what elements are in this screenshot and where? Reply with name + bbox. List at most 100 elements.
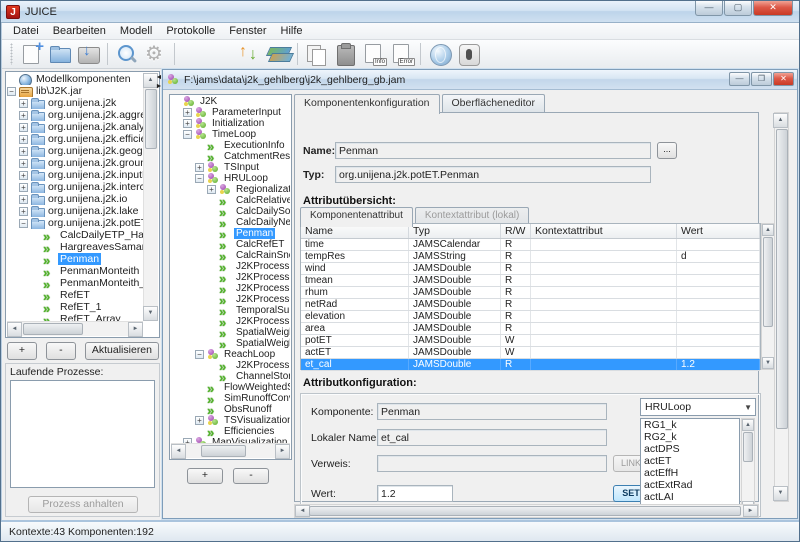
stop-process-button[interactable]: Prozess anhalten — [28, 496, 138, 513]
expand-icon[interactable]: + — [19, 111, 28, 120]
scroll-down-icon[interactable]: ▼ — [143, 306, 158, 321]
scroll-thumb[interactable] — [776, 129, 788, 429]
new-model-icon[interactable] — [19, 42, 45, 66]
tree-node-j2kprocessroutin[interactable]: J2KProcessRoutin — [171, 316, 290, 327]
scroll-left-icon[interactable]: ◄ — [295, 505, 310, 517]
tree-node-initialization[interactable]: +Initialization — [171, 118, 290, 129]
reference-field[interactable] — [377, 455, 607, 472]
add-model-component-button[interactable]: + — [187, 468, 223, 484]
menu-modell[interactable]: Modell — [113, 24, 159, 38]
maximize-icon[interactable]: ▢ — [724, 1, 752, 16]
scroll-left-icon[interactable]: ◄ — [171, 444, 186, 459]
attribute-row-et_cal[interactable]: et_calJAMSDoubleR1.2 — [301, 359, 760, 371]
attribute-row-rhum[interactable]: rhumJAMSDoubleR — [301, 287, 760, 299]
tree-node-flowweightedsumag[interactable]: FlowWeightedSumAg — [171, 382, 290, 393]
collapse-icon[interactable]: − — [195, 350, 204, 359]
left-tree-horizontal-scrollbar[interactable]: ◄ ► — [7, 321, 143, 336]
expand-icon[interactable]: + — [19, 123, 28, 132]
scroll-thumb[interactable] — [763, 237, 773, 327]
window-titlebar[interactable]: J JUICE — ▢ ✕ — [1, 1, 799, 23]
expand-icon[interactable]: + — [183, 108, 192, 117]
expand-icon[interactable]: + — [19, 171, 28, 180]
attribute-row-elevation[interactable]: elevationJAMSDoubleR — [301, 311, 760, 323]
scroll-left-icon[interactable]: ◄ — [7, 322, 22, 337]
scroll-up-icon[interactable]: ▲ — [742, 419, 754, 431]
scroll-down-icon[interactable]: ▼ — [773, 486, 788, 501]
column-header-r-w[interactable]: R/W — [501, 224, 531, 238]
expand-icon[interactable]: + — [19, 195, 28, 204]
tree-node-org-unijena-j2k-groundw[interactable]: +org.unijena.j2k.groundw — [7, 157, 143, 169]
context-attribute-acteffh[interactable]: actEffH — [641, 467, 739, 479]
save-model-icon[interactable] — [75, 42, 101, 66]
tree-node-executioninfo[interactable]: ExecutionInfo — [171, 140, 290, 151]
tree-node-j2kprocesslumpe[interactable]: J2KProcessLumpe — [171, 283, 290, 294]
collapse-icon[interactable]: − — [7, 87, 16, 96]
expand-icon[interactable]: + — [19, 99, 28, 108]
expand-icon[interactable]: + — [19, 147, 28, 156]
scroll-up-icon[interactable]: ▲ — [773, 113, 788, 128]
attribute-row-tempRes[interactable]: tempResJAMSStringRd — [301, 251, 760, 263]
attribute-row-area[interactable]: areaJAMSDoubleR — [301, 323, 760, 335]
tree-node-refet-1[interactable]: RefET_1 — [7, 301, 143, 313]
scroll-up-icon[interactable]: ▲ — [762, 224, 774, 236]
attribute-row-potET[interactable]: potETJAMSDoubleW — [301, 335, 760, 347]
close-icon[interactable]: ✕ — [753, 1, 793, 16]
tree-node-channelstoragea[interactable]: ChannelStorageA — [171, 371, 290, 382]
refresh-icon[interactable] — [237, 42, 263, 66]
tree-node-j2k[interactable]: J2K — [171, 96, 290, 107]
web-icon[interactable] — [427, 42, 453, 66]
scroll-thumb[interactable] — [309, 506, 741, 516]
settings-icon[interactable] — [142, 42, 168, 66]
tree-node-penmanmonteith-1[interactable]: PenmanMonteith_1 — [7, 277, 143, 289]
expand-icon[interactable]: + — [19, 159, 28, 168]
tree-node-org-unijena-j2k-geograp[interactable]: +org.unijena.j2k.geograp — [7, 145, 143, 157]
power-icon[interactable] — [455, 42, 481, 66]
running-processes-list[interactable] — [10, 380, 155, 488]
context-attribute-actdps[interactable]: actDPS — [641, 443, 739, 455]
model-window-titlebar[interactable]: F:\jams\data\j2k_gehlberg\j2k_gehlberg_g… — [163, 70, 797, 90]
scroll-thumb[interactable] — [743, 432, 753, 462]
expand-icon[interactable]: + — [19, 207, 28, 216]
tab-komponentenkonfiguration[interactable]: Komponentenkonfiguration — [294, 94, 440, 114]
scroll-thumb[interactable] — [201, 445, 246, 457]
tree-node-parameterinput[interactable]: +ParameterInput — [171, 107, 290, 118]
tree-node-calcrainsnowpar[interactable]: CalcRainSnowPar — [171, 250, 290, 261]
tree-node-spatialweighteds[interactable]: SpatialWeightedS — [171, 327, 290, 338]
model-tree-horizontal-scrollbar[interactable]: ◄ ► — [171, 443, 290, 458]
map-view-icon[interactable] — [265, 42, 291, 66]
tree-node-regionalization[interactable]: +Regionalization — [171, 184, 290, 195]
tree-node-org-unijena-j2k-intercep[interactable]: +org.unijena.j2k.intercep — [7, 181, 143, 193]
collapse-icon[interactable]: − — [19, 219, 28, 228]
minimize-icon[interactable]: — — [695, 1, 723, 16]
tree-node-org-unijena-j2k-lake[interactable]: +org.unijena.j2k.lake — [7, 205, 143, 217]
local-name-field[interactable]: et_cal — [377, 429, 607, 446]
tree-node-reachloop[interactable]: −ReachLoop — [171, 349, 290, 360]
tree-node-calcrefet[interactable]: CalcRefET — [171, 239, 290, 250]
search-icon[interactable] — [114, 42, 140, 66]
tree-node-org-unijena-j2k-inputda[interactable]: +org.unijena.j2k.inputDa — [7, 169, 143, 181]
tree-node-org-unijena-j2k-io[interactable]: +org.unijena.j2k.io — [7, 193, 143, 205]
table-vertical-scrollbar[interactable]: ▲ ▼ — [761, 223, 775, 370]
tree-node-j2kprocessreach[interactable]: J2KProcessReach — [171, 360, 290, 371]
inner-minimize-icon[interactable]: — — [729, 72, 750, 86]
pane-vertical-scrollbar[interactable]: ▲ ▼ — [774, 112, 789, 502]
context-attribute-rg2_k[interactable]: RG2_k — [641, 431, 739, 443]
tree-node-temporalsumagg[interactable]: TemporalSumAgg — [171, 305, 290, 316]
tree-node-j2kprocesssnow[interactable]: J2KProcessSnow — [171, 272, 290, 283]
tree-node-calcrelativehumi[interactable]: CalcRelativeHumi — [171, 195, 290, 206]
column-header-typ[interactable]: Typ — [409, 224, 501, 238]
attribute-row-netRad[interactable]: netRadJAMSDoubleR — [301, 299, 760, 311]
tree-node-calcdailysolarrad[interactable]: CalcDailySolarRad — [171, 206, 290, 217]
scroll-right-icon[interactable]: ► — [275, 444, 290, 459]
left-tree-vertical-scrollbar[interactable]: ▲ ▼ — [143, 73, 158, 321]
tree-node-penman[interactable]: Penman — [7, 253, 143, 265]
info-log-icon[interactable]: Info — [360, 42, 386, 66]
context-attribute-actet[interactable]: actET — [641, 455, 739, 467]
tree-node-calcdailynetradia[interactable]: CalcDailyNetRadia — [171, 217, 290, 228]
scroll-down-icon[interactable]: ▼ — [762, 357, 774, 369]
tree-node-penman[interactable]: Penman — [171, 228, 290, 239]
inner-close-icon[interactable]: ✕ — [773, 72, 794, 86]
tree-node-refet-array[interactable]: RefET_Array — [7, 313, 143, 321]
tree-node-tsvisualization[interactable]: +TSVisualization — [171, 415, 290, 426]
attribute-row-tmean[interactable]: tmeanJAMSDoubleR — [301, 275, 760, 287]
